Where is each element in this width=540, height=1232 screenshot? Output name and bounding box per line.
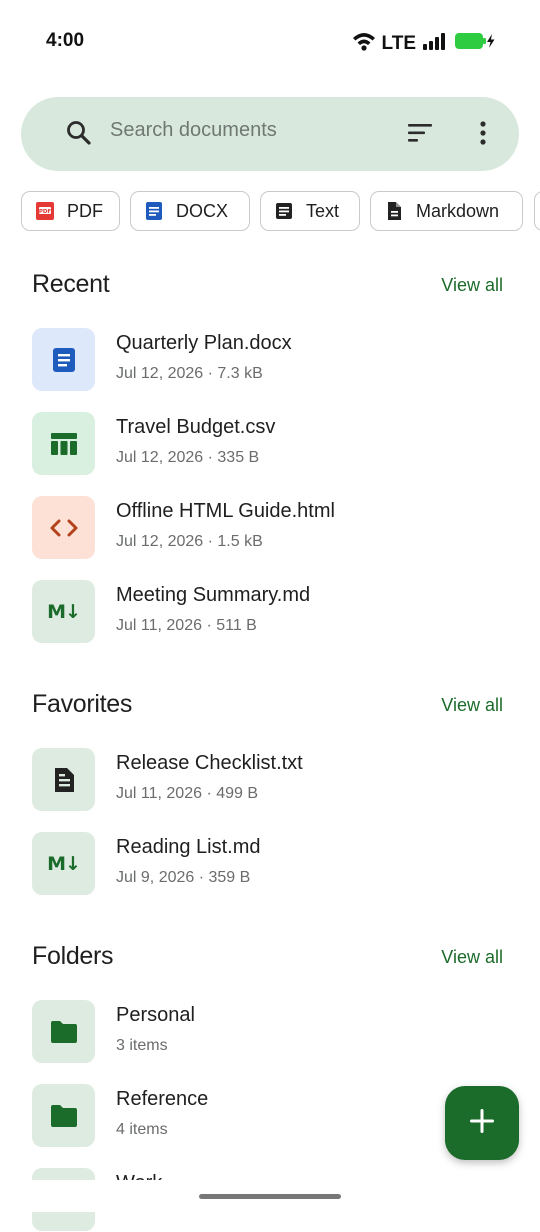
folder-meta: 4 items (116, 1121, 168, 1138)
folder-meta: 3 items (116, 1037, 168, 1054)
chip-label: PDF (67, 200, 103, 221)
wifi-icon (352, 31, 376, 56)
code-icon (32, 496, 95, 559)
file-meta: Jul 12, 2026 · 7.3 kB (116, 365, 263, 382)
more-options-icon[interactable] (479, 119, 487, 152)
file-name: Quarterly Plan.docx (116, 332, 292, 354)
chip-label: DOCX (176, 200, 229, 221)
markdown-file-icon (383, 200, 405, 222)
folder-item[interactable]: Personal 3 items (32, 1000, 512, 1064)
chip-more[interactable] (534, 191, 540, 231)
add-document-button[interactable] (445, 1086, 519, 1160)
view-all-recent-link[interactable]: View all (441, 275, 503, 296)
status-icons: LTE (352, 31, 496, 56)
folder-name: Personal (116, 1004, 195, 1026)
file-meta: Jul 9, 2026 · 359 B (116, 869, 251, 886)
markdown-icon: M↓ (32, 832, 95, 895)
chip-pdf[interactable]: PDF PDF (21, 191, 120, 231)
file-meta: Jul 12, 2026 · 1.5 kB (116, 533, 263, 550)
battery-icon (454, 31, 496, 56)
search-bar[interactable]: Search documents (21, 97, 519, 171)
chip-text[interactable]: Text (260, 191, 360, 231)
view-all-folders-link[interactable]: View all (441, 947, 503, 968)
filter-chips: PDF PDF DOCX Text Markdown (21, 191, 540, 235)
list-item[interactable]: Release Checklist.txt Jul 11, 2026 · 499… (32, 748, 512, 812)
file-name: Release Checklist.txt (116, 752, 303, 774)
list-item[interactable]: Travel Budget.csv Jul 12, 2026 · 335 B (32, 412, 512, 476)
file-meta: Jul 11, 2026 · 511 B (116, 617, 257, 634)
pdf-icon: PDF (34, 200, 56, 222)
file-name: Meeting Summary.md (116, 584, 311, 606)
list-item[interactable]: M↓ Meeting Summary.md Jul 11, 2026 · 511… (32, 580, 512, 644)
file-name: Travel Budget.csv (116, 416, 276, 438)
folder-name: Reference (116, 1088, 209, 1110)
text-icon (273, 200, 295, 222)
section-title-favorites: Favorites (32, 690, 133, 718)
section-title-recent: Recent (32, 270, 110, 298)
chip-label: Markdown (416, 200, 500, 221)
folder-icon (32, 1084, 95, 1147)
file-name: Offline HTML Guide.html (116, 500, 335, 522)
table-icon (32, 412, 95, 475)
signal-icon (422, 32, 448, 55)
chip-label: Text (306, 200, 340, 221)
svg-text:PDF: PDF (39, 209, 52, 215)
file-meta: Jul 12, 2026 · 335 B (116, 449, 260, 466)
markdown-icon: M↓ (32, 580, 95, 643)
docx-icon (143, 200, 165, 222)
list-item[interactable]: M↓ Reading List.md Jul 9, 2026 · 359 B (32, 832, 512, 896)
gesture-nav-handle[interactable] (199, 1194, 341, 1199)
list-item[interactable]: Quarterly Plan.docx Jul 12, 2026 · 7.3 k… (32, 328, 512, 392)
sort-icon[interactable] (405, 119, 435, 152)
search-icon[interactable] (65, 119, 93, 152)
file-meta: Jul 11, 2026 · 499 B (116, 785, 259, 802)
view-all-favorites-link[interactable]: View all (441, 695, 503, 716)
text-icon (32, 748, 95, 811)
network-type: LTE (381, 32, 416, 54)
docx-icon (32, 328, 95, 391)
folder-item[interactable]: Reference 4 items (32, 1084, 512, 1148)
file-name: Reading List.md (116, 836, 261, 858)
folder-icon (32, 1000, 95, 1063)
list-item[interactable]: Offline HTML Guide.html Jul 12, 2026 · 1… (32, 496, 512, 560)
status-bar: 4:00 LTE (0, 0, 540, 80)
chip-markdown[interactable]: Markdown (370, 191, 523, 231)
status-time: 4:00 (46, 30, 85, 51)
plus-icon (467, 1106, 497, 1141)
section-title-folders: Folders (32, 942, 114, 970)
chip-docx[interactable]: DOCX (130, 191, 250, 231)
search-input[interactable]: Search documents (110, 119, 277, 142)
